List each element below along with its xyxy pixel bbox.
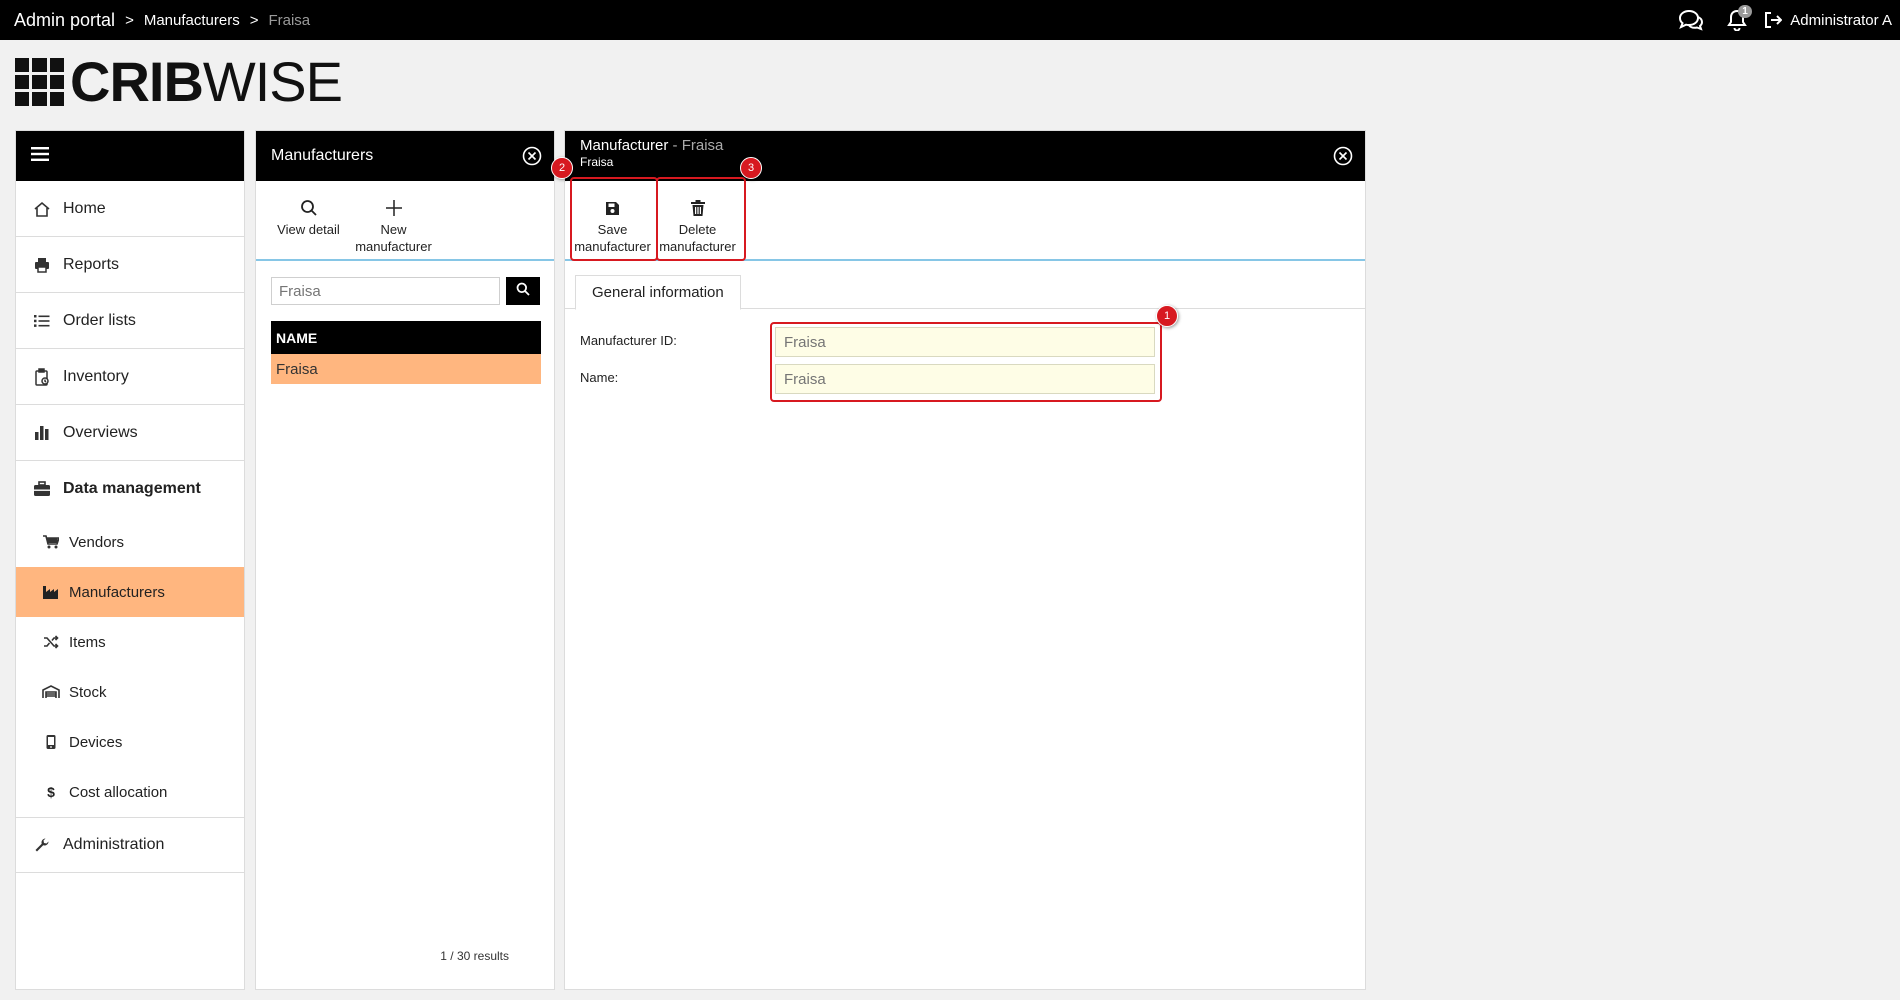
sidebar-item-devices[interactable]: Devices xyxy=(16,717,244,767)
wrench-icon xyxy=(31,837,53,853)
sidebar-item-vendors[interactable]: Vendors xyxy=(16,517,244,567)
breadcrumb-separator: > xyxy=(249,11,259,29)
sidebar-item-label: Manufacturers xyxy=(69,583,165,601)
search-icon xyxy=(516,282,530,301)
sidebar-item-label: Overviews xyxy=(63,423,138,441)
sidebar-item-label: Devices xyxy=(69,733,123,751)
warehouse-icon xyxy=(40,685,62,699)
sidebar-section-data-management[interactable]: Data management xyxy=(16,461,244,517)
mobile-icon xyxy=(40,735,62,749)
list-panel-header: Manufacturers xyxy=(256,131,554,181)
sidebar-section-label: Data management xyxy=(63,480,201,497)
breadcrumb-manufacturers[interactable]: Manufacturers xyxy=(144,12,240,29)
sidebar-item-label: Vendors xyxy=(69,533,125,551)
table-row[interactable]: Fraisa xyxy=(271,354,541,384)
detail-tabs: General information xyxy=(565,261,1365,310)
sidebar-item-home[interactable]: Home xyxy=(16,181,244,237)
sidebar-item-label: Administration xyxy=(63,836,165,853)
hamburger-menu-icon[interactable] xyxy=(31,146,51,167)
top-right-actions: 1 Administrator A xyxy=(1678,0,1900,40)
factory-icon xyxy=(40,585,62,599)
search-icon xyxy=(300,197,318,219)
highlight-box-save xyxy=(570,177,658,261)
marker-3: 3 xyxy=(740,157,762,179)
sidebar-item-label: Items xyxy=(69,633,106,651)
sidebar-item-label: Stock xyxy=(69,683,107,701)
user-name[interactable]: Administrator A xyxy=(1790,12,1900,29)
top-bar: Admin portal > Manufacturers > Fraisa 1 … xyxy=(0,0,1900,40)
sidebar-item-reports[interactable]: Reports xyxy=(16,237,244,293)
view-detail-button[interactable]: View detail xyxy=(266,181,351,259)
cribwise-logo: CRIBWISE xyxy=(15,50,343,113)
logo-mark xyxy=(15,57,64,107)
tab-general-information[interactable]: General information xyxy=(575,275,741,310)
close-icon[interactable] xyxy=(522,146,542,166)
highlight-box-fields xyxy=(770,322,1162,402)
sidebar-item-label: Cost allocation xyxy=(69,783,168,801)
breadcrumb-separator: > xyxy=(125,11,134,29)
chat-icon[interactable] xyxy=(1678,7,1704,33)
manufacturers-list-panel: Manufacturers View detail New manufactur… xyxy=(255,130,555,990)
breadcrumb: Admin portal > Manufacturers > Fraisa xyxy=(0,10,310,31)
new-manufacturer-label-1: New xyxy=(380,222,407,237)
manufacturer-id-label: Manufacturer ID: xyxy=(580,333,677,348)
manufacturers-table: NAME Fraisa xyxy=(271,321,541,384)
dollar-icon: $ xyxy=(47,784,55,800)
list-panel-title: Manufacturers xyxy=(271,147,374,164)
marker-1: 1 xyxy=(1156,305,1178,327)
bar-chart-icon xyxy=(31,425,53,440)
sidebar-item-label: Reports xyxy=(63,255,120,273)
search-input[interactable] xyxy=(271,277,500,305)
detail-panel-header: Manufacturer - Fraisa Fraisa xyxy=(565,131,1365,181)
notification-badge: 1 xyxy=(1738,5,1752,18)
sidebar-item-inventory[interactable]: Inventory xyxy=(16,349,244,405)
sidebar-item-stock[interactable]: Stock xyxy=(16,667,244,717)
sidebar: Home Reports Order lists Inventory Overv… xyxy=(15,130,245,990)
shuffle-icon xyxy=(40,635,62,649)
sidebar-header xyxy=(16,131,244,181)
bell-icon[interactable]: 1 xyxy=(1724,5,1752,33)
sidebar-item-administration[interactable]: Administration xyxy=(16,817,244,873)
name-label: Name: xyxy=(580,370,619,385)
sidebar-item-manufacturers[interactable]: Manufacturers xyxy=(16,567,244,617)
close-icon[interactable] xyxy=(1333,146,1353,166)
detail-panel-title: Manufacturer - Fraisa xyxy=(580,137,724,154)
sidebar-item-label: Order lists xyxy=(63,311,136,329)
breadcrumb-current: Fraisa xyxy=(268,11,311,29)
new-manufacturer-button[interactable]: New manufacturer xyxy=(351,181,436,259)
clipboard-icon xyxy=(31,367,53,386)
view-detail-label: View detail xyxy=(277,222,340,237)
sidebar-item-order-lists[interactable]: Order lists xyxy=(16,293,244,349)
sidebar-item-items[interactable]: Items xyxy=(16,617,244,667)
cart-icon xyxy=(40,535,62,549)
search-row xyxy=(271,277,554,305)
logout-icon[interactable] xyxy=(1760,7,1786,33)
results-count: 1 / 30 results xyxy=(440,949,509,963)
list-icon xyxy=(31,314,53,328)
column-header-name[interactable]: NAME xyxy=(271,321,541,354)
sidebar-item-label: Inventory xyxy=(63,367,129,385)
detail-panel-subtitle: Fraisa xyxy=(580,155,614,169)
search-button[interactable] xyxy=(506,277,540,305)
sidebar-item-overviews[interactable]: Overviews xyxy=(16,405,244,461)
plus-icon xyxy=(385,197,403,219)
marker-2: 2 xyxy=(551,157,573,179)
new-manufacturer-label-2: manufacturer xyxy=(355,239,432,254)
briefcase-icon xyxy=(31,481,53,497)
home-icon xyxy=(31,201,53,217)
printer-icon xyxy=(31,257,53,273)
logo-wordmark: CRIBWISE xyxy=(70,50,343,113)
highlight-box-delete xyxy=(656,177,746,261)
sidebar-item-cost-allocation[interactable]: $ Cost allocation xyxy=(16,767,244,817)
list-toolbar: View detail New manufacturer xyxy=(256,181,554,261)
sidebar-item-label: Home xyxy=(63,199,106,217)
breadcrumb-admin-portal[interactable]: Admin portal xyxy=(14,10,115,31)
